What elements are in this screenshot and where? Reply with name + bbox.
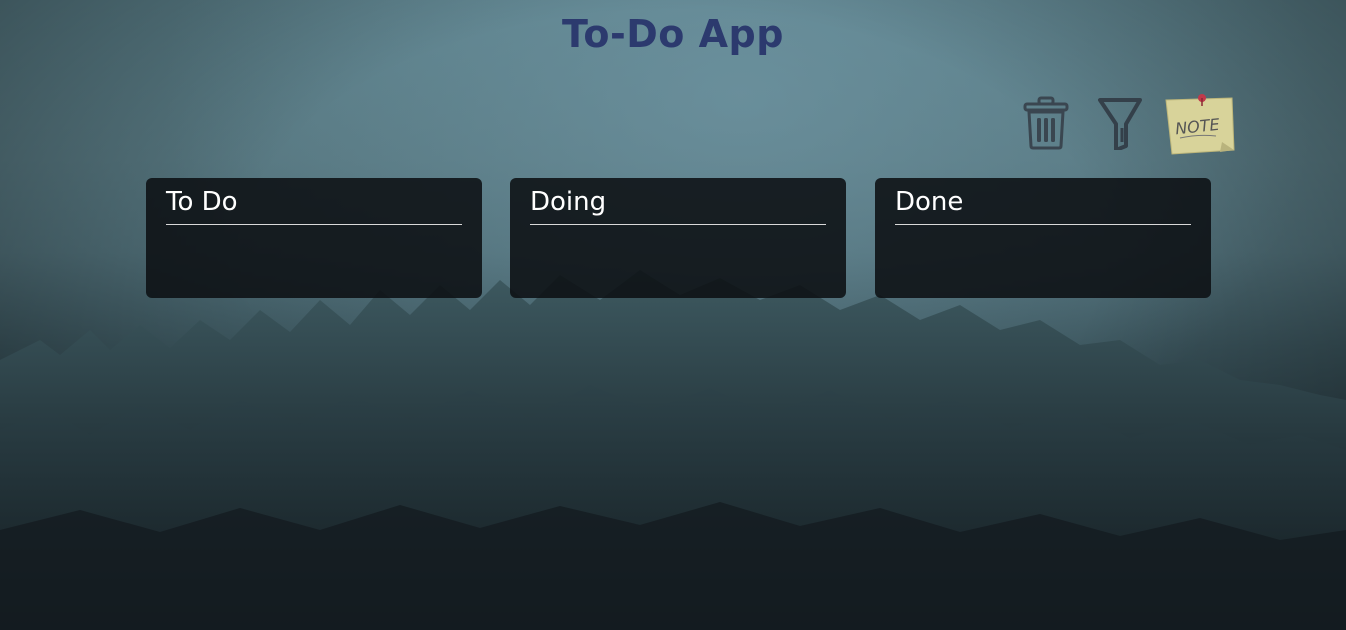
task-list[interactable] — [530, 225, 826, 285]
task-board: To Do Doing Done — [146, 178, 1212, 298]
column-doing[interactable]: Doing — [510, 178, 846, 298]
forest-background — [0, 270, 1346, 630]
column-done[interactable]: Done — [875, 178, 1211, 298]
column-title: Doing — [530, 186, 826, 225]
task-list[interactable] — [166, 225, 462, 285]
toolbar: NOTE — [1018, 92, 1238, 160]
delete-button[interactable] — [1022, 96, 1070, 150]
column-title: To Do — [166, 186, 462, 225]
task-list[interactable] — [895, 225, 1191, 285]
filter-icon — [1098, 98, 1142, 152]
column-todo[interactable]: To Do — [146, 178, 482, 298]
filter-button[interactable] — [1096, 96, 1144, 152]
note-icon: NOTE — [1165, 94, 1235, 155]
app-title: To-Do App — [562, 12, 784, 56]
add-note-button[interactable]: NOTE — [1162, 92, 1236, 158]
column-title: Done — [895, 186, 1191, 225]
trash-icon — [1023, 96, 1069, 150]
